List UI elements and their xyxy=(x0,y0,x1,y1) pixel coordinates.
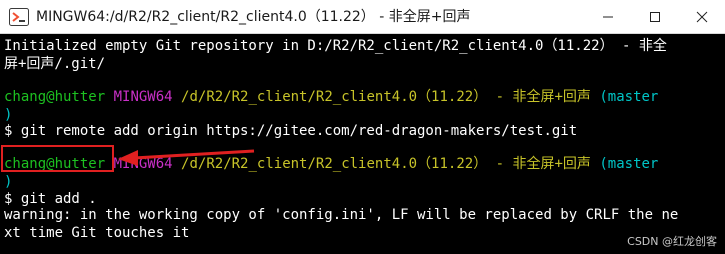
warning-line-2: xt time Git touches it xyxy=(4,225,190,241)
minimize-icon xyxy=(603,16,613,18)
title-bar: MINGW64:/d/R2/R2_client/R2_client4.0（11.… xyxy=(0,0,725,34)
init-message-line-2: 屏+回声/.git/ xyxy=(4,56,106,72)
warning-line-1: warning: in the working copy of 'config.… xyxy=(4,207,679,223)
terminal-output[interactable]: Initialized empty Git repository in D:/R… xyxy=(0,34,725,254)
prompt-branch: (master xyxy=(599,89,659,105)
git-bash-icon xyxy=(9,8,29,26)
annotation-arrow-icon xyxy=(118,149,255,166)
prompt-user: chang@hutter xyxy=(4,89,106,105)
maximize-button[interactable] xyxy=(632,0,678,34)
prompt-path: /d/R2/R2_client/R2_client4.0（11.22） - 非全… xyxy=(181,89,591,105)
close-icon xyxy=(696,11,708,23)
close-button[interactable] xyxy=(679,0,725,34)
init-message-line-1: Initialized empty Git repository in D:/R… xyxy=(4,38,667,54)
prompt-branch-close-2: ) xyxy=(4,174,13,190)
prompt-line-1: chang@hutter MINGW64 /d/R2/R2_client/R2_… xyxy=(4,88,658,106)
prompt-branch: (master xyxy=(599,156,659,172)
maximize-icon xyxy=(650,12,660,22)
annotation-highlight-box xyxy=(1,145,114,172)
prompt-env: MINGW64 xyxy=(113,89,173,105)
command-remote-add: $ git remote add origin https://gitee.co… xyxy=(4,123,578,139)
watermark: CSDN @红龙创客 xyxy=(627,235,717,248)
window-title: MINGW64:/d/R2/R2_client/R2_client4.0（11.… xyxy=(36,9,471,25)
minimize-button[interactable] xyxy=(585,0,631,34)
